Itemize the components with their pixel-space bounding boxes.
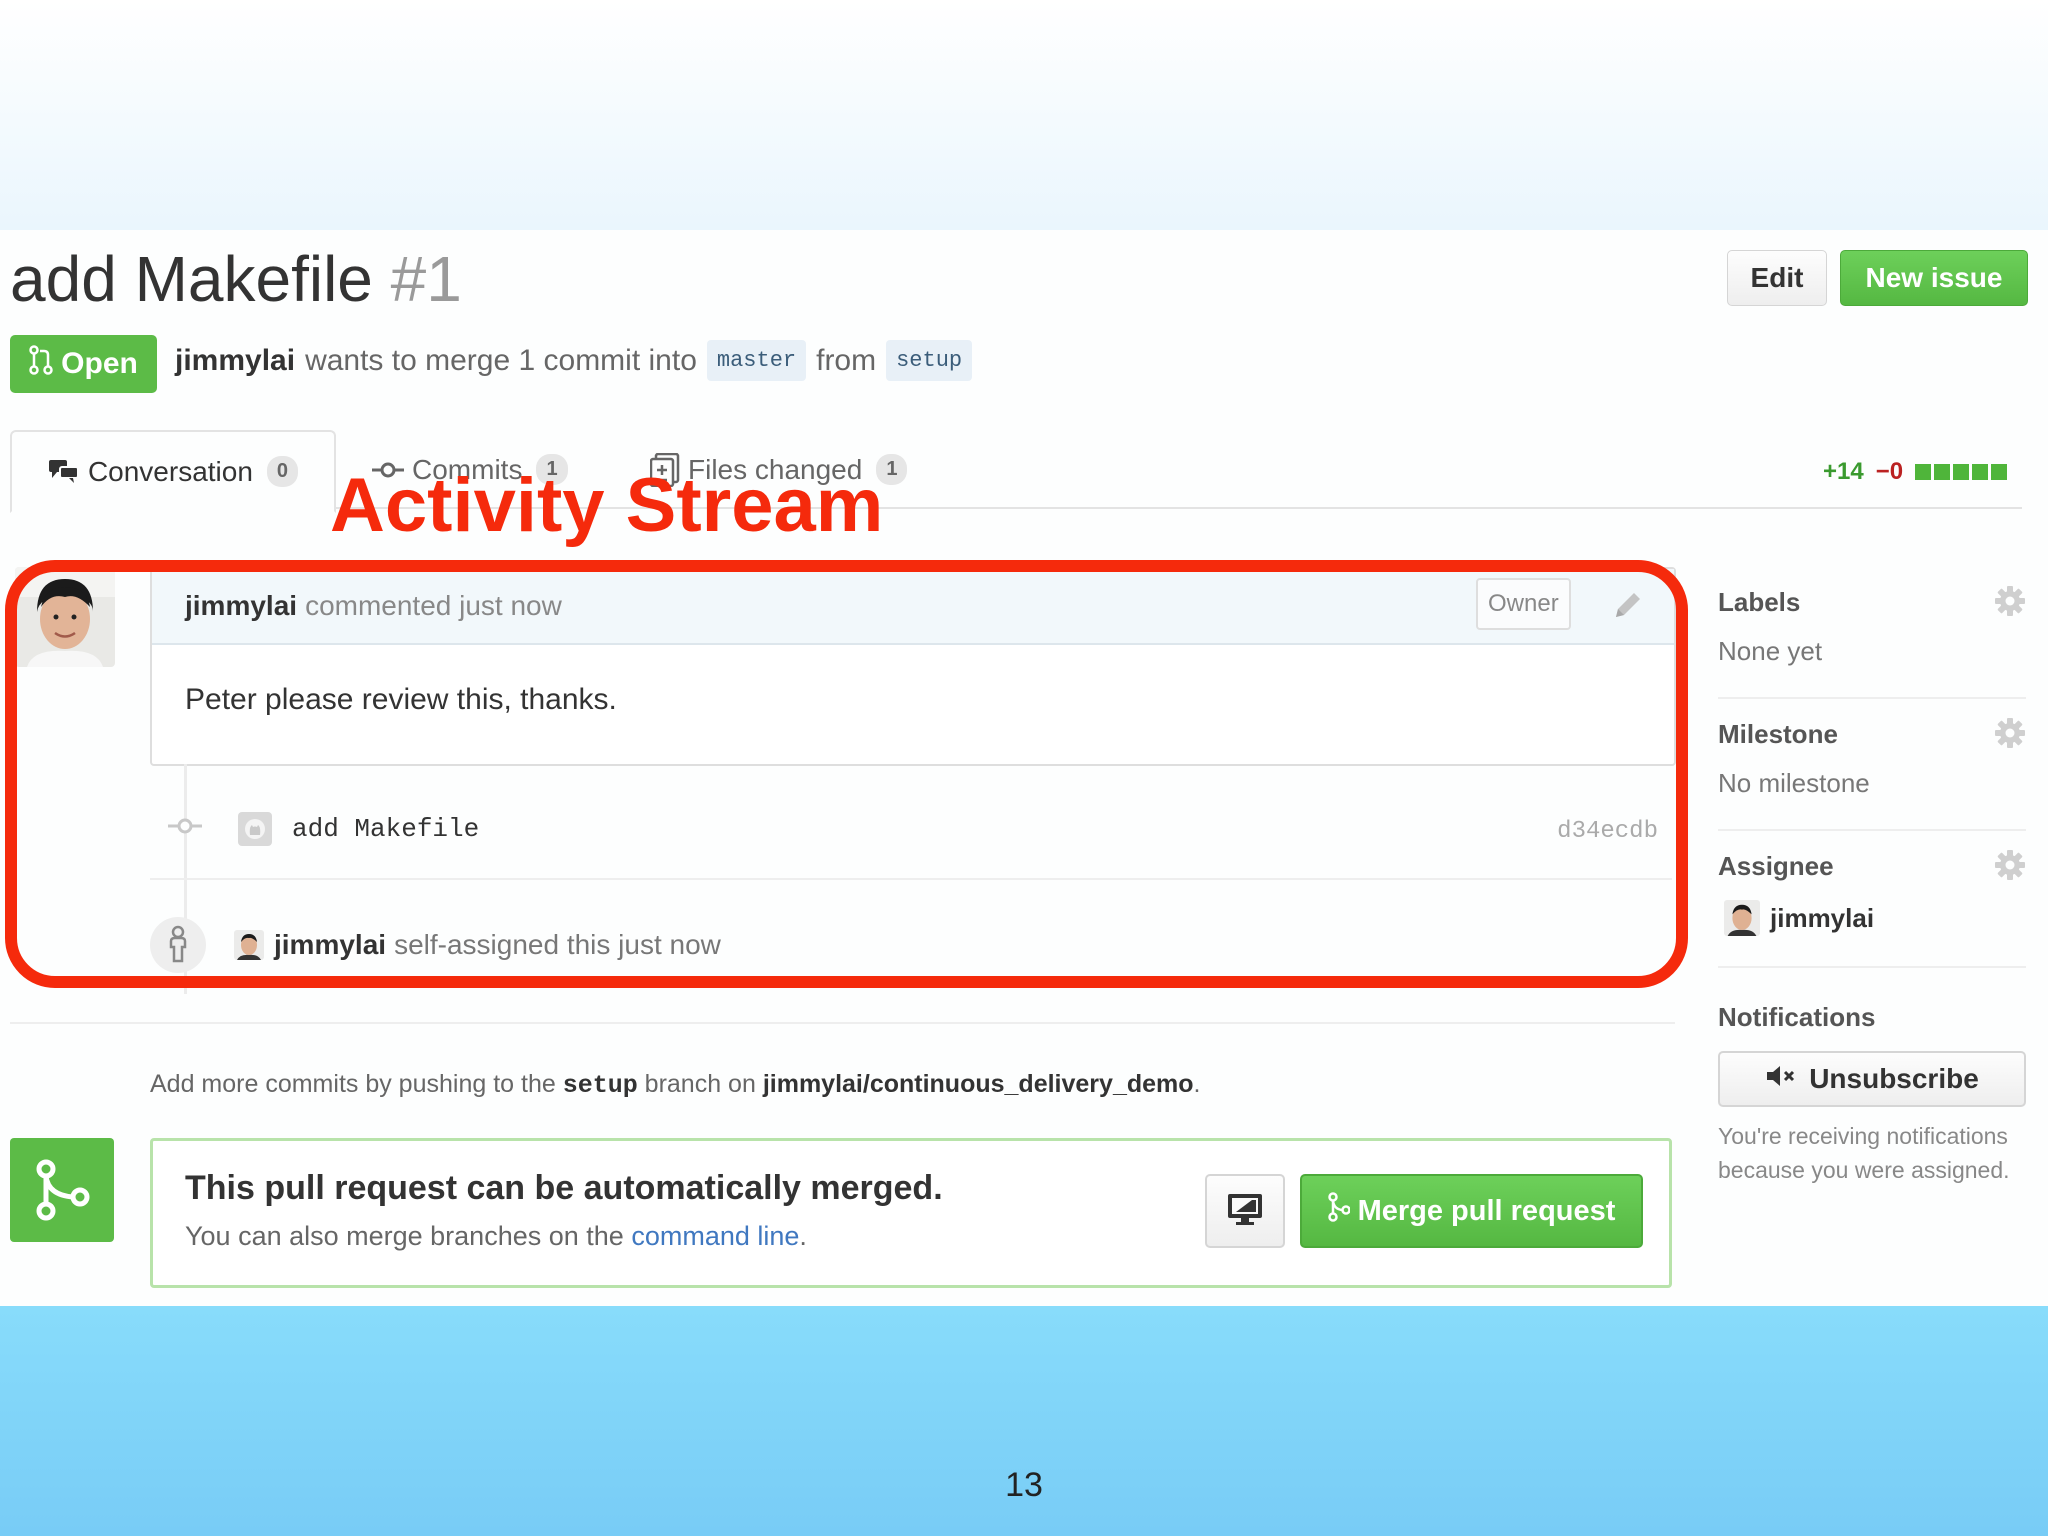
diffstat-block <box>1991 464 2008 480</box>
notification-reason-line-1: You're receiving notifications <box>1718 1123 2008 1149</box>
git-merge-icon <box>1327 1192 1351 1230</box>
sidebar-labels-title: Labels <box>1718 587 1801 617</box>
diffstat-block <box>1953 464 1970 480</box>
push-note-repo[interactable]: jimmylai/continuous_delivery_demo <box>763 1070 1194 1098</box>
pr-merge-summary: jimmylai wants to merge 1 commit into ma… <box>175 340 982 381</box>
assignee-name: jimmylai <box>1770 902 1875 933</box>
push-note-prefix: Add more commits by pushing to the <box>150 1070 556 1098</box>
sidebar-labels: Labels None yet <box>1718 567 2026 699</box>
diffstat: +14 −0 <box>1823 458 2008 486</box>
sidebar-notifications-title: Notifications <box>1718 1002 1876 1032</box>
push-note-middle: branch on <box>644 1070 756 1098</box>
diffstat-block <box>1934 464 1951 480</box>
gear-icon[interactable] <box>1994 585 2026 622</box>
base-branch[interactable]: master <box>706 340 807 381</box>
annotation-label: Activity Stream <box>330 463 884 548</box>
push-note-suffix: . <box>1193 1070 1201 1098</box>
unsubscribe-label: Unsubscribe <box>1809 1063 1979 1094</box>
avatar <box>1724 900 1760 936</box>
diffstat-deletions: −0 <box>1875 458 1904 485</box>
sidebar-milestone-value: No milestone <box>1718 768 1870 798</box>
sidebar: Labels None yet Milestone No milestone A… <box>1718 567 2026 1187</box>
pull-request-page: add Makefile #1 Edit New issue Open jimm… <box>0 230 2048 1306</box>
tab-conversation-count: 0 <box>266 456 299 487</box>
diffstat-additions: +14 <box>1823 458 1864 485</box>
sidebar-labels-value: None yet <box>1718 636 1823 666</box>
merge-button-label: Merge pull request <box>1357 1194 1616 1227</box>
pr-author-link[interactable]: jimmylai <box>175 344 295 378</box>
sidebar-notifications: Notifications Unsubscribe You're receivi… <box>1718 968 2026 1187</box>
diffstat-bars <box>1915 464 2008 480</box>
from-text: from <box>816 343 877 377</box>
git-pull-request-icon <box>29 345 53 383</box>
new-issue-button[interactable]: New issue <box>1840 250 2028 306</box>
merge-text: wants to merge 1 commit into <box>305 343 697 377</box>
pr-title-text: add Makefile <box>10 243 373 315</box>
sidebar-assignee: Assignee jimmylai <box>1718 831 2026 968</box>
pr-state-label: Open <box>61 347 138 380</box>
merge-status-subtitle: You can also merge branches on the comma… <box>185 1221 807 1252</box>
merge-sub-prefix: You can also merge branches on the <box>185 1221 624 1251</box>
notification-reason-line-2: because you were assigned. <box>1718 1157 2010 1183</box>
push-note: Add more commits by pushing to the setup… <box>150 1070 1200 1100</box>
merge-sub-suffix: . <box>799 1221 807 1251</box>
diffstat-block <box>1915 464 1932 480</box>
tab-conversation[interactable]: Conversation 0 <box>10 430 336 513</box>
edit-button[interactable]: Edit <box>1727 250 1827 306</box>
sidebar-assignee-title: Assignee <box>1718 851 1834 881</box>
git-merge-icon <box>10 1138 114 1242</box>
comment-discussion-icon <box>48 458 80 486</box>
gear-icon[interactable] <box>1994 717 2026 754</box>
mute-icon <box>1765 1063 1799 1095</box>
open-in-desktop-button[interactable] <box>1205 1174 1285 1248</box>
push-note-branch: setup <box>562 1071 638 1100</box>
annotation-highlight-box <box>5 560 1688 988</box>
pr-title: add Makefile #1 <box>10 242 462 316</box>
desktop-icon <box>1226 1192 1264 1231</box>
merge-panel: This pull request can be automatically m… <box>150 1138 1672 1288</box>
sidebar-milestone-title: Milestone <box>1718 719 1838 749</box>
slide-page-number: 13 <box>1005 1466 1043 1504</box>
merge-pull-request-button[interactable]: Merge pull request <box>1300 1174 1643 1248</box>
sidebar-milestone: Milestone No milestone <box>1718 699 2026 831</box>
unsubscribe-button[interactable]: Unsubscribe <box>1718 1051 2026 1107</box>
slide-top-band <box>0 0 2048 230</box>
pr-state-badge: Open <box>10 335 157 393</box>
gear-icon[interactable] <box>1994 849 2026 886</box>
command-line-link[interactable]: command line <box>631 1221 799 1251</box>
pr-number: #1 <box>390 243 462 315</box>
tab-conversation-label: Conversation <box>87 455 253 487</box>
diffstat-block <box>1972 464 1989 480</box>
head-branch[interactable]: setup <box>886 340 973 381</box>
timeline-divider <box>10 1022 1675 1024</box>
assignee-row[interactable]: jimmylai <box>1718 882 2026 966</box>
merge-status-title: This pull request can be automatically m… <box>185 1169 943 1207</box>
notification-reason: You're receiving notifications because y… <box>1718 1119 2026 1187</box>
